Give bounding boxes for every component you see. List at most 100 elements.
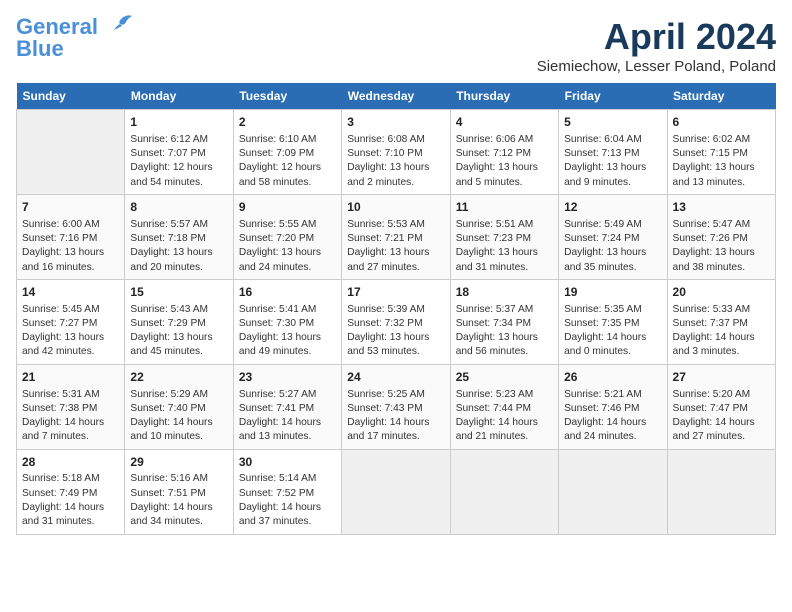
- day-info: Sunrise: 5:27 AM Sunset: 7:41 PM Dayligh…: [239, 388, 336, 445]
- day-number: 21: [22, 369, 119, 386]
- calendar-cell: 30Sunrise: 5:14 AM Sunset: 7:52 PM Dayli…: [233, 449, 341, 534]
- day-number: 23: [239, 369, 336, 386]
- day-info: Sunrise: 5:31 AM Sunset: 7:38 PM Dayligh…: [22, 388, 119, 445]
- calendar-cell: 22Sunrise: 5:29 AM Sunset: 7:40 PM Dayli…: [125, 364, 233, 449]
- calendar-cell: 18 Sunrise: 5:37 AM Sunset: 7:34 PM Dayli…: [450, 279, 558, 364]
- day-info: Sunrise: 5:43 AM Sunset: 7:29 PM Dayligh…: [130, 303, 227, 360]
- calendar-cell: [450, 449, 558, 534]
- calendar-cell: 4Sunrise: 6:06 AM Sunset: 7:12 PM Daylig…: [450, 110, 558, 195]
- day-info: Sunrise: 5:41 AM Sunset: 7:30 PM Dayligh…: [239, 303, 336, 360]
- header-thursday: Thursday: [450, 83, 558, 110]
- logo: General Blue: [16, 16, 134, 60]
- day-number: 28: [22, 454, 119, 471]
- header-friday: Friday: [559, 83, 667, 110]
- calendar-cell: 15 Sunrise: 5:43 AM Sunset: 7:29 PM Dayli…: [125, 279, 233, 364]
- day-info: Sunrise: 5:47 AM Sunset: 7:26 PM Dayligh…: [673, 218, 770, 275]
- day-number: 1: [130, 114, 227, 131]
- calendar-cell: 24Sunrise: 5:25 AM Sunset: 7:43 PM Dayli…: [342, 364, 450, 449]
- calendar-cell: 1Sunrise: 6:12 AM Sunset: 7:07 PM Daylig…: [125, 110, 233, 195]
- calendar-cell: 10 Sunrise: 5:53 AM Sunset: 7:21 PM Dayli…: [342, 194, 450, 279]
- location: Siemiechow, Lesser Poland, Poland: [537, 58, 776, 75]
- month-title: April 2024: [537, 16, 776, 58]
- calendar-header-row: SundayMondayTuesdayWednesdayThursdayFrid…: [17, 83, 776, 110]
- header-tuesday: Tuesday: [233, 83, 341, 110]
- calendar-week-4: 21 Sunrise: 5:31 AM Sunset: 7:38 PM Dayli…: [17, 364, 776, 449]
- calendar-cell: 29Sunrise: 5:16 AM Sunset: 7:51 PM Dayli…: [125, 449, 233, 534]
- calendar-cell: 23 Sunrise: 5:27 AM Sunset: 7:41 PM Dayli…: [233, 364, 341, 449]
- day-info: Sunrise: 5:21 AM Sunset: 7:46 PM Dayligh…: [564, 388, 661, 445]
- day-number: 15: [130, 284, 227, 301]
- day-number: 6: [673, 114, 770, 131]
- day-number: 9: [239, 199, 336, 216]
- day-info: Sunrise: 6:00 AM Sunset: 7:16 PM Dayligh…: [22, 218, 119, 275]
- calendar-cell: 21 Sunrise: 5:31 AM Sunset: 7:38 PM Dayli…: [17, 364, 125, 449]
- calendar-cell: [559, 449, 667, 534]
- calendar-week-1: 1Sunrise: 6:12 AM Sunset: 7:07 PM Daylig…: [17, 110, 776, 195]
- day-number: 11: [456, 199, 553, 216]
- calendar-cell: 25Sunrise: 5:23 AM Sunset: 7:44 PM Dayli…: [450, 364, 558, 449]
- day-info: Sunrise: 6:08 AM Sunset: 7:10 PM Dayligh…: [347, 133, 444, 190]
- calendar-cell: 17 Sunrise: 5:39 AM Sunset: 7:32 PM Dayli…: [342, 279, 450, 364]
- header-monday: Monday: [125, 83, 233, 110]
- day-info: Sunrise: 5:53 AM Sunset: 7:21 PM Dayligh…: [347, 218, 444, 275]
- logo-text: General Blue: [16, 16, 98, 60]
- calendar-cell: 27 Sunrise: 5:20 AM Sunset: 7:47 PM Dayli…: [667, 364, 775, 449]
- day-number: 13: [673, 199, 770, 216]
- day-info: Sunrise: 5:39 AM Sunset: 7:32 PM Dayligh…: [347, 303, 444, 360]
- header-sunday: Sunday: [17, 83, 125, 110]
- calendar-cell: 6 Sunrise: 6:02 AM Sunset: 7:15 PM Daylig…: [667, 110, 775, 195]
- calendar-cell: 3 Sunrise: 6:08 AM Sunset: 7:10 PM Daylig…: [342, 110, 450, 195]
- calendar-cell: 16Sunrise: 5:41 AM Sunset: 7:30 PM Dayli…: [233, 279, 341, 364]
- day-info: Sunrise: 6:02 AM Sunset: 7:15 PM Dayligh…: [673, 133, 770, 190]
- title-area: April 2024 Siemiechow, Lesser Poland, Po…: [537, 16, 776, 75]
- day-info: Sunrise: 5:23 AM Sunset: 7:44 PM Dayligh…: [456, 388, 553, 445]
- day-info: Sunrise: 5:18 AM Sunset: 7:49 PM Dayligh…: [22, 472, 119, 529]
- calendar-cell: [667, 449, 775, 534]
- calendar-cell: 9 Sunrise: 5:55 AM Sunset: 7:20 PM Daylig…: [233, 194, 341, 279]
- calendar-cell: 20 Sunrise: 5:33 AM Sunset: 7:37 PM Dayli…: [667, 279, 775, 364]
- day-number: 3: [347, 114, 444, 131]
- day-number: 30: [239, 454, 336, 471]
- day-info: Sunrise: 5:33 AM Sunset: 7:37 PM Dayligh…: [673, 303, 770, 360]
- day-info: Sunrise: 5:45 AM Sunset: 7:27 PM Dayligh…: [22, 303, 119, 360]
- day-info: Sunrise: 5:16 AM Sunset: 7:51 PM Dayligh…: [130, 472, 227, 529]
- day-info: Sunrise: 6:06 AM Sunset: 7:12 PM Dayligh…: [456, 133, 553, 190]
- logo-bird-icon: [102, 10, 134, 42]
- calendar-week-3: 14 Sunrise: 5:45 AM Sunset: 7:27 PM Dayli…: [17, 279, 776, 364]
- calendar-cell: [17, 110, 125, 195]
- header-saturday: Saturday: [667, 83, 775, 110]
- day-info: Sunrise: 6:10 AM Sunset: 7:09 PM Dayligh…: [239, 133, 336, 190]
- day-number: 14: [22, 284, 119, 301]
- day-number: 12: [564, 199, 661, 216]
- calendar-cell: 2 Sunrise: 6:10 AM Sunset: 7:09 PM Daylig…: [233, 110, 341, 195]
- calendar-week-5: 28Sunrise: 5:18 AM Sunset: 7:49 PM Dayli…: [17, 449, 776, 534]
- day-number: 5: [564, 114, 661, 131]
- day-info: Sunrise: 5:51 AM Sunset: 7:23 PM Dayligh…: [456, 218, 553, 275]
- day-number: 17: [347, 284, 444, 301]
- day-number: 27: [673, 369, 770, 386]
- day-number: 10: [347, 199, 444, 216]
- day-number: 18: [456, 284, 553, 301]
- day-number: 20: [673, 284, 770, 301]
- day-info: Sunrise: 5:55 AM Sunset: 7:20 PM Dayligh…: [239, 218, 336, 275]
- calendar-cell: 26 Sunrise: 5:21 AM Sunset: 7:46 PM Dayli…: [559, 364, 667, 449]
- day-info: Sunrise: 5:37 AM Sunset: 7:34 PM Dayligh…: [456, 303, 553, 360]
- logo-blue: Blue: [16, 36, 64, 61]
- day-number: 22: [130, 369, 227, 386]
- calendar-cell: 28Sunrise: 5:18 AM Sunset: 7:49 PM Dayli…: [17, 449, 125, 534]
- day-number: 26: [564, 369, 661, 386]
- page-header: General Blue April 2024 Siemiechow, Less…: [16, 16, 776, 75]
- day-info: Sunrise: 5:14 AM Sunset: 7:52 PM Dayligh…: [239, 472, 336, 529]
- day-info: Sunrise: 5:35 AM Sunset: 7:35 PM Dayligh…: [564, 303, 661, 360]
- day-info: Sunrise: 5:20 AM Sunset: 7:47 PM Dayligh…: [673, 388, 770, 445]
- day-number: 2: [239, 114, 336, 131]
- calendar-cell: 13 Sunrise: 5:47 AM Sunset: 7:26 PM Dayli…: [667, 194, 775, 279]
- header-wednesday: Wednesday: [342, 83, 450, 110]
- day-info: Sunrise: 5:57 AM Sunset: 7:18 PM Dayligh…: [130, 218, 227, 275]
- day-info: Sunrise: 5:25 AM Sunset: 7:43 PM Dayligh…: [347, 388, 444, 445]
- calendar-cell: 8Sunrise: 5:57 AM Sunset: 7:18 PM Daylig…: [125, 194, 233, 279]
- day-number: 19: [564, 284, 661, 301]
- calendar-table: SundayMondayTuesdayWednesdayThursdayFrid…: [16, 83, 776, 535]
- day-number: 7: [22, 199, 119, 216]
- calendar-cell: 11 Sunrise: 5:51 AM Sunset: 7:23 PM Dayli…: [450, 194, 558, 279]
